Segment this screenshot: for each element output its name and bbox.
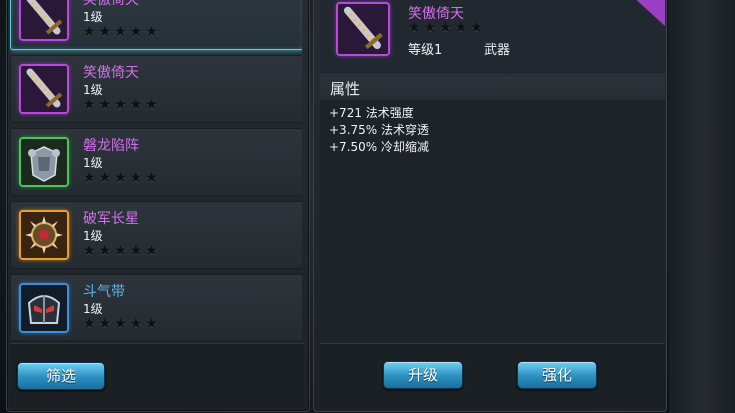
item-list[interactable]: 笑傲倚天 1级 ★★★★★ 笑傲倚天 1级 ★★★★★ 磐龙陷阵 1级 ★★★★… — [10, 0, 302, 340]
item-name: 磐龙陷阵 — [83, 138, 139, 154]
attribute-title: 属性 — [330, 80, 361, 98]
detail-type: 武器 — [484, 43, 511, 58]
attribute-line: +3.75% 法术穿透 — [329, 123, 429, 137]
list-item[interactable]: 笑傲倚天 1级 ★★★★★ — [10, 55, 302, 123]
item-level: 1级 — [83, 83, 103, 97]
sword-icon — [19, 64, 69, 114]
item-name: 笑傲倚天 — [83, 65, 139, 81]
star-rating: ★★★★★ — [83, 243, 161, 259]
list-item-selected[interactable]: 笑傲倚天 1级 ★★★★★ — [10, 0, 302, 50]
background-edge — [669, 0, 735, 413]
star-rating: ★★★★★ — [83, 97, 161, 113]
item-level: 1级 — [83, 10, 103, 24]
detail-level: 等级1 — [408, 43, 443, 58]
list-item[interactable]: 磐龙陷阵 1级 ★★★★★ — [10, 128, 302, 196]
filter-button[interactable]: 筛选 — [17, 362, 105, 390]
item-name: 斗气带 — [83, 284, 125, 300]
item-level: 1级 — [83, 302, 103, 316]
attribute-line: +721 法术强度 — [329, 106, 414, 120]
sword-icon — [19, 0, 69, 41]
helmet-icon — [19, 283, 69, 333]
list-item[interactable]: 破军长星 1级 ★★★★★ — [10, 201, 302, 269]
star-rating: ★★★★★ — [83, 316, 161, 332]
item-name: 破军长星 — [83, 211, 139, 227]
star-rating: ★★★★★ — [83, 24, 161, 40]
enhance-button[interactable]: 强化 — [517, 361, 597, 389]
sword-icon — [336, 2, 390, 56]
armor-icon — [19, 137, 69, 187]
detail-star-rating: ★★★★★ — [408, 20, 486, 36]
right-bottom-bar — [320, 343, 665, 408]
item-level: 1级 — [83, 229, 103, 243]
item-level: 1级 — [83, 156, 103, 170]
upgrade-button[interactable]: 升级 — [383, 361, 463, 389]
spiked-orb-icon — [19, 210, 69, 260]
list-item[interactable]: 斗气带 1级 ★★★★★ — [10, 274, 302, 340]
star-rating: ★★★★★ — [83, 170, 161, 186]
corner-ribbon — [632, 0, 665, 26]
attribute-title-bar — [320, 76, 665, 100]
attribute-line: +7.50% 冷却缩减 — [329, 140, 429, 154]
